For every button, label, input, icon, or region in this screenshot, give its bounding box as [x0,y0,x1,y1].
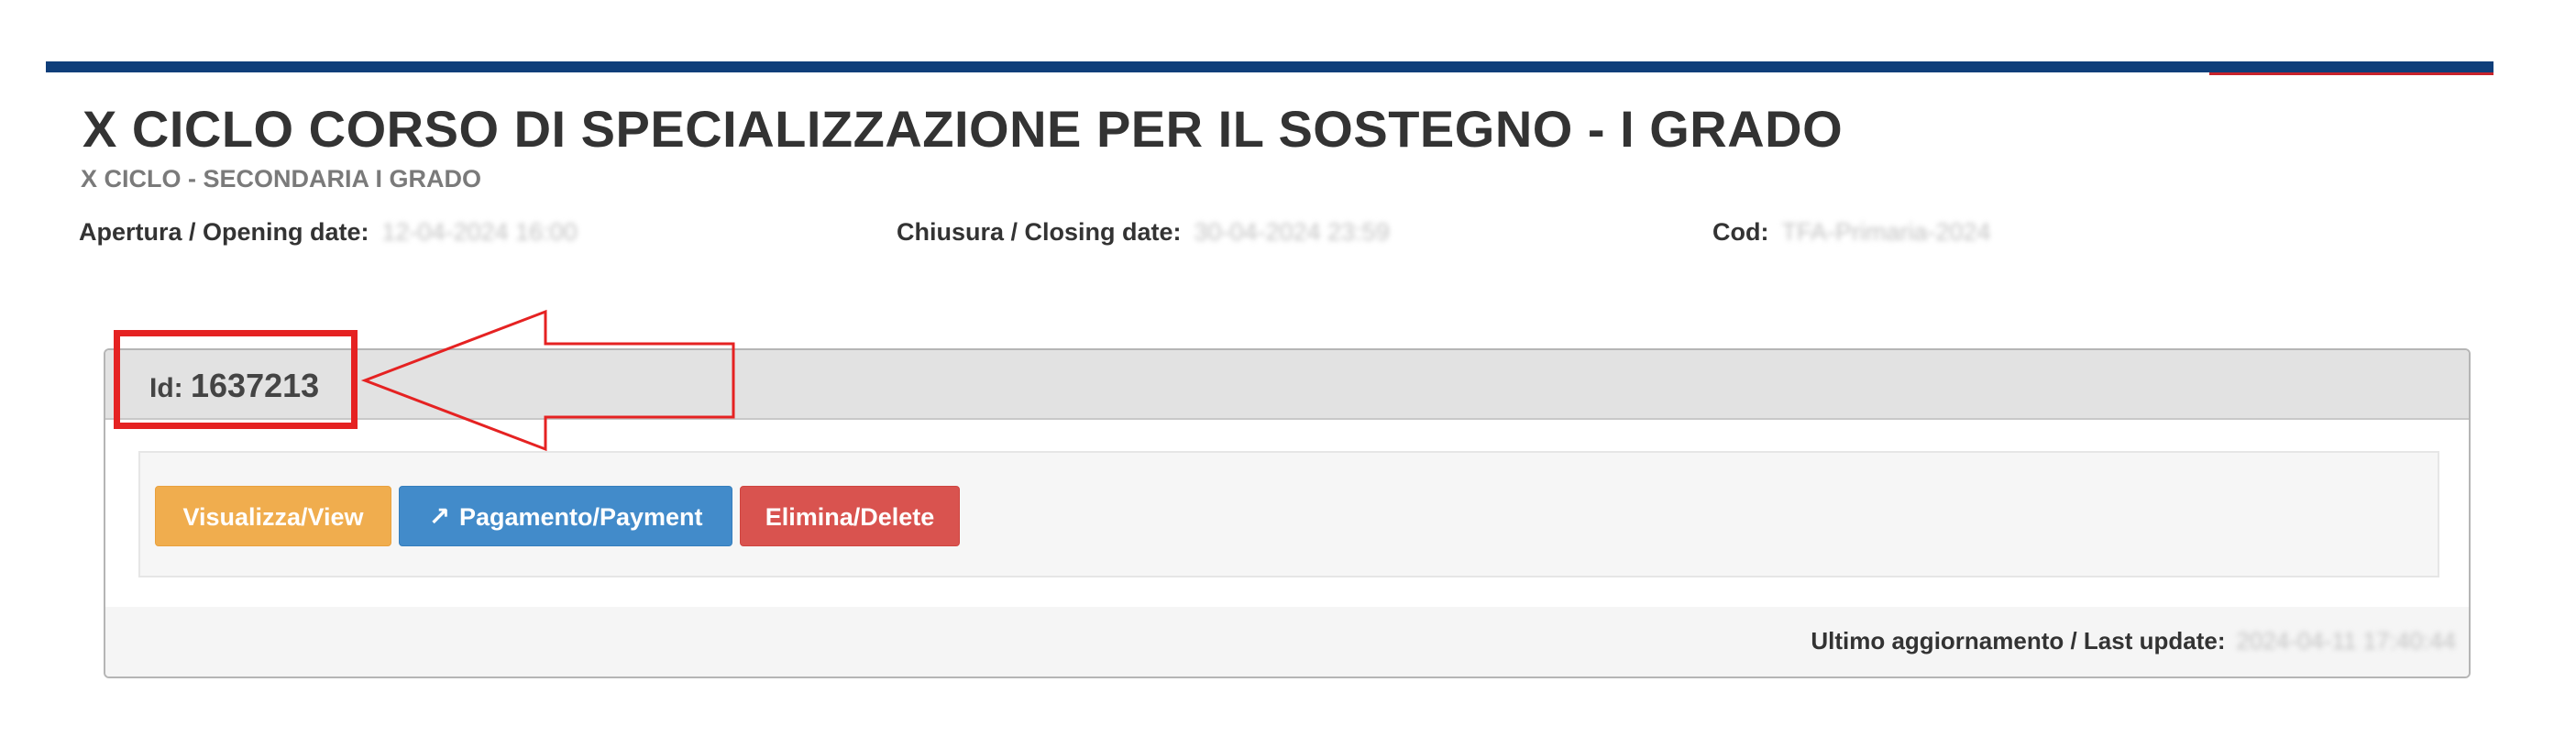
delete-button[interactable]: Elimina/Delete [740,486,960,546]
last-update-label: Ultimo aggiornamento / Last update: [1811,627,2226,654]
actions-well: Visualizza/View ↗ Pagamento/Payment Elimi… [138,451,2439,578]
top-bar-red-stripe [2209,72,2493,75]
annotation-arrow-icon [360,309,735,452]
closing-date-value: 30-04-2024 23:59 [1194,218,1390,246]
code: Cod: TFA-Primaria-2024 [1712,218,1991,247]
opening-date-value: 12-04-2024 16:00 [381,218,578,246]
opening-date: Apertura / Opening date: 12-04-2024 16:00 [79,218,578,247]
code-value: TFA-Primaria-2024 [1781,218,1991,246]
payment-button-label: Pagamento/Payment [458,503,703,531]
closing-date: Chiusura / Closing date: 30-04-2024 23:59 [897,218,1390,247]
payment-button[interactable]: ↗ Pagamento/Payment [399,486,732,546]
opening-date-label: Apertura / Opening date: [79,218,369,246]
view-button[interactable]: Visualizza/View [155,486,391,546]
closing-date-label: Chiusura / Closing date: [897,218,1182,246]
last-update: Ultimo aggiornamento / Last update: 2024-… [1811,627,2456,655]
panel-footer: Ultimo aggiornamento / Last update: 2024-… [105,607,2469,676]
code-label: Cod: [1712,218,1769,246]
page-title: X CICLO CORSO DI SPECIALIZZAZIONE PER IL… [83,100,1844,158]
page-subtitle: X CICLO - SECONDARIA I GRADO [81,165,482,192]
id-highlight-box [114,330,358,429]
last-update-value: 2024-04-11 17:40:44 [2236,627,2457,654]
external-link-icon: ↗ [428,502,450,531]
top-accent-bar [46,61,2493,72]
